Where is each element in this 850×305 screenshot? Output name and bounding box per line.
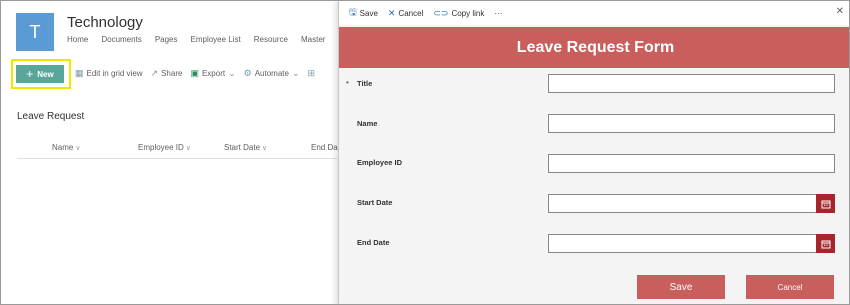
export-button[interactable]: ▣ Export ⌄ xyxy=(190,68,235,79)
column-header-employee-id[interactable]: Employee ID ∨ xyxy=(138,143,191,152)
automate-button[interactable]: ⚙ Automate ⌄ xyxy=(244,68,300,79)
list-title: Leave Request xyxy=(17,111,85,122)
nav-item-employee-list[interactable]: Employee List xyxy=(191,35,241,44)
integrate-button[interactable]: ⊞ xyxy=(308,68,316,79)
form-title: Leave Request Form xyxy=(339,27,849,68)
link-icon: ⊂⊃ xyxy=(433,7,449,18)
integrate-icon: ⊞ xyxy=(307,68,316,78)
end-date-input[interactable] xyxy=(548,234,835,253)
chevron-down-icon: ∨ xyxy=(262,145,268,152)
field-label-end-date: End Date xyxy=(357,238,390,247)
command-bar: ▦ Edit in grid view ↗ Share ▣ Export ⌄ ⚙… xyxy=(75,68,315,79)
toolbar-save-button[interactable]: 🖫 Save xyxy=(349,5,378,21)
nav-item-pages[interactable]: Pages xyxy=(155,35,178,44)
new-button[interactable]: + New xyxy=(16,65,64,83)
field-label-name: Name xyxy=(357,119,378,128)
close-panel-icon[interactable]: ✕ xyxy=(836,6,844,17)
list-column-headers: Name ∨ Employee ID ∨ Start Date ∨ End Da xyxy=(17,139,338,159)
chevron-down-icon: ⌄ xyxy=(228,68,236,78)
field-label-start-date: Start Date xyxy=(357,198,393,207)
chevron-down-icon: ∨ xyxy=(75,145,81,152)
employee-id-input[interactable] xyxy=(548,154,835,173)
panel-toolbar: 🖫 Save ✕ Cancel ⊂⊃ Copy link ··· ✕ xyxy=(339,1,849,25)
required-marker: • xyxy=(346,78,349,87)
column-header-end-date[interactable]: End Da xyxy=(311,143,338,152)
save-button[interactable]: Save xyxy=(637,275,725,299)
save-icon: 🖫 xyxy=(349,7,357,17)
name-input[interactable] xyxy=(548,114,835,133)
site-title[interactable]: Technology xyxy=(67,14,143,31)
title-input[interactable] xyxy=(548,74,835,93)
share-button[interactable]: ↗ Share xyxy=(151,68,183,79)
excel-icon: ▣ xyxy=(190,68,199,78)
start-date-input[interactable] xyxy=(548,194,835,213)
close-icon: ✕ xyxy=(387,7,396,18)
share-icon: ↗ xyxy=(150,68,159,78)
chevron-down-icon: ∨ xyxy=(185,145,191,152)
calendar-icon[interactable] xyxy=(816,234,835,253)
calendar-icon[interactable] xyxy=(816,194,835,213)
app-window: T Technology Home Documents Pages Employ… xyxy=(0,0,850,305)
toolbar-copy-link-button[interactable]: ⊂⊃ Copy link xyxy=(433,8,484,19)
grid-icon: ▦ xyxy=(75,68,84,78)
automate-icon: ⚙ xyxy=(243,68,252,78)
nav-item-home[interactable]: Home xyxy=(67,35,88,44)
new-button-label: New xyxy=(37,69,54,79)
nav-item-documents[interactable]: Documents xyxy=(101,35,141,44)
cancel-button[interactable]: Cancel xyxy=(746,275,834,299)
form-panel: 🖫 Save ✕ Cancel ⊂⊃ Copy link ··· ✕ Leave… xyxy=(338,1,849,304)
site-navigation: Home Documents Pages Employee List Resou… xyxy=(67,35,325,44)
plus-icon: + xyxy=(26,67,34,81)
edit-grid-view-button[interactable]: ▦ Edit in grid view xyxy=(75,68,143,79)
field-label-title: Title xyxy=(357,79,373,88)
site-logo-tile[interactable]: T xyxy=(16,13,54,51)
column-header-start-date[interactable]: Start Date ∨ xyxy=(224,143,267,152)
chevron-down-icon: ⌄ xyxy=(291,68,300,78)
field-label-employee-id: Employee ID xyxy=(357,158,403,167)
more-options-button[interactable]: ··· xyxy=(494,9,502,18)
nav-item-master[interactable]: Master xyxy=(301,35,325,44)
column-header-name[interactable]: Name ∨ xyxy=(52,143,80,152)
nav-item-resource[interactable]: Resource xyxy=(254,35,288,44)
toolbar-cancel-button[interactable]: ✕ Cancel xyxy=(388,8,423,19)
